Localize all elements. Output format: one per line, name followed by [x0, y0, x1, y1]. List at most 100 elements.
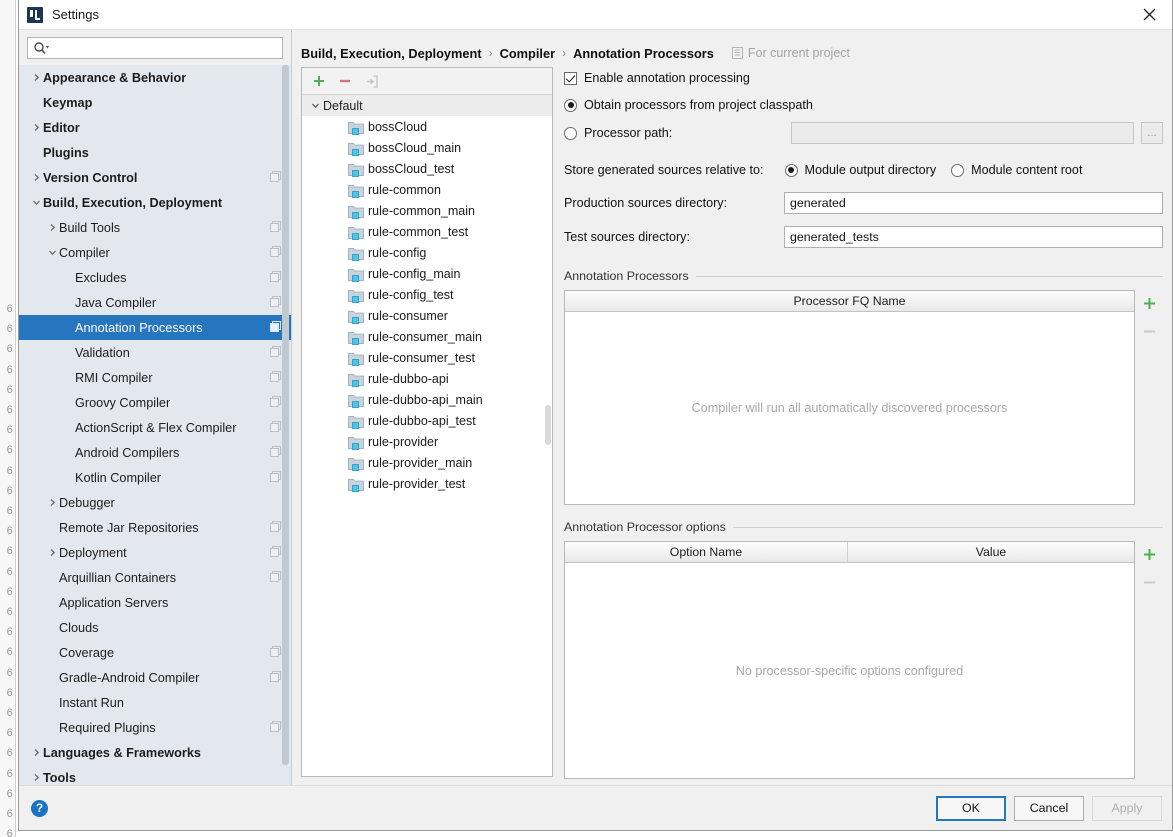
sidebar-item-build-execution-deployment[interactable]: Build, Execution, Deployment: [19, 190, 291, 215]
sidebar-item-tools[interactable]: Tools: [19, 765, 291, 785]
sidebar-item-excludes[interactable]: Excludes: [19, 265, 291, 290]
module-output-directory-radio[interactable]: [784, 163, 798, 177]
sidebar-item-instant-run[interactable]: Instant Run: [19, 690, 291, 715]
production-sources-input[interactable]: [784, 192, 1163, 214]
sidebar-item-plugins[interactable]: Plugins: [19, 140, 291, 165]
copy-settings-icon[interactable]: [270, 395, 281, 410]
module-list-item[interactable]: rule-dubbo-api_main: [302, 389, 552, 410]
sidebar-item-groovy-compiler[interactable]: Groovy Compiler: [19, 390, 291, 415]
module-list-item[interactable]: rule-consumer_test: [302, 347, 552, 368]
module-list[interactable]: Default bossCloud bossCloud_main bossCloud…: [302, 95, 552, 776]
copy-settings-icon[interactable]: [270, 570, 281, 585]
sidebar-item-version-control[interactable]: Version Control: [19, 165, 291, 190]
obtain-from-classpath-row[interactable]: Obtain processors from project classpath: [564, 98, 1163, 112]
sidebar-item-coverage[interactable]: Coverage: [19, 640, 291, 665]
module-list-item[interactable]: rule-config_main: [302, 263, 552, 284]
sidebar-item-application-servers[interactable]: Application Servers: [19, 590, 291, 615]
copy-settings-icon[interactable]: [270, 445, 281, 460]
module-list-item[interactable]: rule-consumer: [302, 305, 552, 326]
module-group-default[interactable]: Default: [302, 95, 552, 116]
module-list-item[interactable]: rule-consumer_main: [302, 326, 552, 347]
copy-settings-icon[interactable]: [270, 720, 281, 735]
sidebar-item-required-plugins[interactable]: Required Plugins: [19, 715, 291, 740]
module-list-item[interactable]: rule-dubbo-api_test: [302, 410, 552, 431]
options-col-name[interactable]: Option Name: [565, 542, 848, 562]
chevron-down-icon[interactable]: [29, 198, 43, 207]
copy-settings-icon[interactable]: [270, 170, 281, 185]
sidebar-item-clouds[interactable]: Clouds: [19, 615, 291, 640]
move-to-profile-button[interactable]: [359, 70, 383, 92]
module-list-item[interactable]: rule-provider: [302, 431, 552, 452]
module-list-item[interactable]: rule-common_main: [302, 200, 552, 221]
close-icon[interactable]: [1127, 0, 1172, 29]
sidebar-item-arquillian-containers[interactable]: Arquillian Containers: [19, 565, 291, 590]
processors-col-fqname[interactable]: Processor FQ Name: [565, 291, 1134, 311]
module-content-root-radio[interactable]: [951, 163, 965, 177]
chevron-right-icon[interactable]: [29, 73, 43, 82]
sidebar-item-compiler[interactable]: Compiler: [19, 240, 291, 265]
processor-path-radio[interactable]: [564, 126, 577, 140]
sidebar-item-gradle-android-compiler[interactable]: Gradle-Android Compiler: [19, 665, 291, 690]
module-list-item[interactable]: rule-common_test: [302, 221, 552, 242]
copy-settings-icon[interactable]: [270, 545, 281, 560]
copy-settings-icon[interactable]: [270, 370, 281, 385]
module-list-item[interactable]: rule-provider_main: [302, 452, 552, 473]
sidebar-item-kotlin-compiler[interactable]: Kotlin Compiler: [19, 465, 291, 490]
copy-settings-icon[interactable]: [270, 270, 281, 285]
module-list-item[interactable]: rule-config: [302, 242, 552, 263]
module-list-scrollbar[interactable]: [544, 95, 552, 776]
module-list-item[interactable]: bossCloud_main: [302, 137, 552, 158]
chevron-right-icon[interactable]: [29, 123, 43, 132]
module-list-item[interactable]: rule-config_test: [302, 284, 552, 305]
processors-table[interactable]: Processor FQ Name Compiler will run all …: [564, 290, 1135, 505]
processor-path-input[interactable]: [791, 122, 1134, 144]
sidebar-scrollbar-thumb[interactable]: [282, 65, 289, 765]
copy-settings-icon[interactable]: [270, 520, 281, 535]
chevron-right-icon[interactable]: [45, 548, 59, 557]
sidebar-item-annotation-processors[interactable]: Annotation Processors: [19, 315, 291, 340]
remove-processor-button[interactable]: [1137, 320, 1161, 342]
module-list-item[interactable]: rule-dubbo-api: [302, 368, 552, 389]
copy-settings-icon[interactable]: [270, 295, 281, 310]
remove-option-button[interactable]: [1137, 571, 1161, 593]
apply-button[interactable]: Apply: [1092, 795, 1162, 821]
search-input[interactable]: [49, 38, 282, 58]
sidebar-item-debugger[interactable]: Debugger: [19, 490, 291, 515]
copy-settings-icon[interactable]: [270, 645, 281, 660]
copy-settings-icon[interactable]: [270, 670, 281, 685]
copy-settings-icon[interactable]: [270, 470, 281, 485]
module-list-scrollbar-thumb[interactable]: [545, 405, 551, 445]
enable-annotation-processing-checkbox[interactable]: [564, 71, 577, 85]
enable-annotation-processing-row[interactable]: Enable annotation processing: [564, 71, 1163, 85]
sidebar-scrollbar[interactable]: [281, 65, 290, 785]
search-box[interactable]: [27, 37, 283, 59]
chevron-down-icon[interactable]: [308, 101, 323, 110]
sidebar-item-android-compilers[interactable]: Android Compilers: [19, 440, 291, 465]
add-module-button[interactable]: [307, 70, 331, 92]
copy-settings-icon[interactable]: [270, 245, 281, 260]
cancel-button[interactable]: Cancel: [1014, 795, 1084, 821]
add-processor-button[interactable]: [1137, 292, 1161, 314]
sidebar-item-actionscript-flex-compiler[interactable]: ActionScript & Flex Compiler: [19, 415, 291, 440]
chevron-right-icon[interactable]: [45, 498, 59, 507]
breadcrumb-part-1[interactable]: Compiler: [500, 46, 555, 61]
copy-settings-icon[interactable]: [270, 420, 281, 435]
sidebar-item-keymap[interactable]: Keymap: [19, 90, 291, 115]
obtain-from-classpath-radio[interactable]: [564, 98, 577, 112]
options-table[interactable]: Option Name Value No processor-specific …: [564, 541, 1135, 779]
copy-settings-icon[interactable]: [270, 220, 281, 235]
sidebar-item-appearance-behavior[interactable]: Appearance & Behavior: [19, 65, 291, 90]
chevron-right-icon[interactable]: [29, 748, 43, 757]
add-option-button[interactable]: [1137, 543, 1161, 565]
sidebar-item-remote-jar-repositories[interactable]: Remote Jar Repositories: [19, 515, 291, 540]
sidebar-item-deployment[interactable]: Deployment: [19, 540, 291, 565]
processor-path-browse-button[interactable]: ...: [1141, 122, 1163, 144]
chevron-down-icon[interactable]: [45, 248, 59, 257]
module-list-item[interactable]: rule-common: [302, 179, 552, 200]
breadcrumb-part-0[interactable]: Build, Execution, Deployment: [301, 46, 482, 61]
sidebar-item-rmi-compiler[interactable]: RMI Compiler: [19, 365, 291, 390]
copy-settings-icon[interactable]: [270, 320, 281, 335]
chevron-right-icon[interactable]: [29, 773, 43, 782]
test-sources-input[interactable]: [784, 226, 1163, 248]
help-icon[interactable]: ?: [31, 799, 48, 817]
